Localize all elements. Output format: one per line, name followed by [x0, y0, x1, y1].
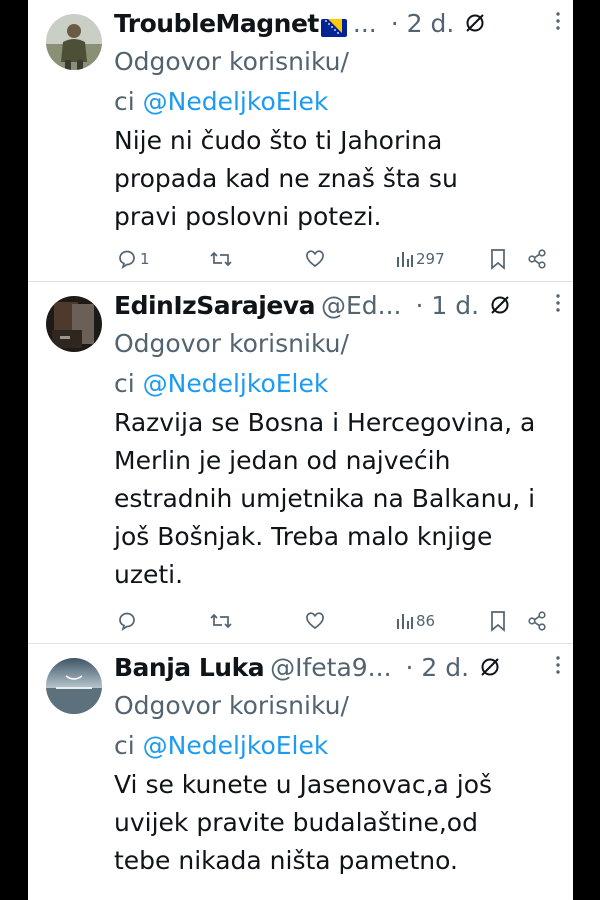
bosnia-flag-icon [320, 14, 347, 37]
views-icon [396, 611, 414, 631]
views-count: 86 [416, 612, 436, 630]
reply-button[interactable]: 1 [114, 248, 150, 270]
reply-context: Odgovor korisniku/ ci @NedeljkoElek [114, 324, 563, 404]
grok-icon[interactable] [464, 12, 486, 34]
more-icon[interactable] [555, 654, 561, 676]
bookmark-button[interactable] [486, 248, 508, 270]
share-icon [526, 610, 548, 632]
timestamp[interactable]: · 2 d. [406, 653, 470, 682]
reply-prefix-2: ci [114, 87, 143, 116]
bookmark-button[interactable] [486, 610, 508, 632]
avatar[interactable] [46, 14, 102, 70]
more-icon[interactable] [555, 10, 561, 32]
grok-icon[interactable] [489, 294, 511, 316]
reply-prefix: Odgovor korisniku/ [114, 329, 349, 358]
reply-count: 1 [140, 250, 150, 268]
retweet-icon [208, 610, 234, 632]
handle[interactable]: @Ifeta9... [270, 653, 391, 682]
avatar[interactable] [46, 658, 102, 714]
share-icon [526, 248, 548, 270]
tweet-text: Vi se kunete u Jasenovac,a još uvijek pr… [114, 770, 493, 875]
like-icon [304, 248, 326, 270]
views-button[interactable]: 297 [394, 249, 445, 269]
display-name[interactable]: TroubleMagnet [114, 9, 319, 38]
display-name[interactable]: Banja Luka [114, 653, 265, 682]
tweet-text: Razvija se Bosna i Hercegovina, a Merlin… [114, 408, 536, 589]
reply-context: Odgovor korisniku/ ci @NedeljkoElek [114, 42, 563, 122]
mention-link[interactable]: @NedeljkoElek [143, 369, 329, 398]
share-button[interactable] [524, 610, 548, 632]
action-bar: 1 297 [114, 244, 561, 274]
retweet-button[interactable] [206, 610, 234, 632]
display-name[interactable]: EdinIzSarajeva [114, 291, 315, 320]
retweet-icon [208, 248, 234, 270]
tweet[interactable]: Banja Luka @Ifeta9... · 2 d. Odgovor kor… [28, 644, 573, 900]
reply-icon [116, 610, 138, 632]
tweet[interactable]: TroubleMagnet ... · 2 d. Odgovor korisni… [28, 0, 573, 282]
reply-prefix-2: ci [114, 731, 143, 760]
mention-link[interactable]: @NedeljkoElek [143, 731, 329, 760]
reply-prefix-2: ci [114, 369, 143, 398]
grok-icon[interactable] [479, 656, 501, 678]
timestamp[interactable]: · 1 d. [415, 291, 479, 320]
like-button[interactable] [302, 610, 326, 632]
share-button[interactable] [524, 248, 548, 270]
bookmark-icon [488, 248, 508, 270]
timestamp[interactable]: · 2 d. [391, 9, 455, 38]
like-icon [304, 610, 326, 632]
views-button[interactable]: 86 [394, 611, 435, 631]
views-icon [396, 249, 414, 269]
like-button[interactable] [302, 248, 326, 270]
mention-link[interactable]: @NedeljkoElek [143, 87, 329, 116]
avatar[interactable] [46, 296, 102, 352]
reply-context: Odgovor korisniku/ ci @NedeljkoElek [114, 686, 563, 766]
reply-icon [116, 248, 138, 270]
tweet-text: Nije ni čudo što ti Jahorina propada kad… [114, 126, 458, 231]
handle[interactable]: @Ed... [321, 291, 402, 320]
bookmark-icon [488, 610, 508, 632]
timeline: TroubleMagnet ... · 2 d. Odgovor korisni… [28, 0, 573, 900]
tweet[interactable]: EdinIzSarajeva @Ed... · 1 d. Odgovor kor… [28, 282, 573, 644]
more-icon[interactable] [555, 292, 561, 314]
handle[interactable]: ... [353, 9, 377, 38]
reply-button[interactable] [114, 610, 138, 632]
action-bar: 86 [114, 606, 561, 636]
reply-prefix: Odgovor korisniku/ [114, 47, 349, 76]
reply-prefix: Odgovor korisniku/ [114, 691, 349, 720]
views-count: 297 [416, 250, 445, 268]
retweet-button[interactable] [206, 248, 234, 270]
